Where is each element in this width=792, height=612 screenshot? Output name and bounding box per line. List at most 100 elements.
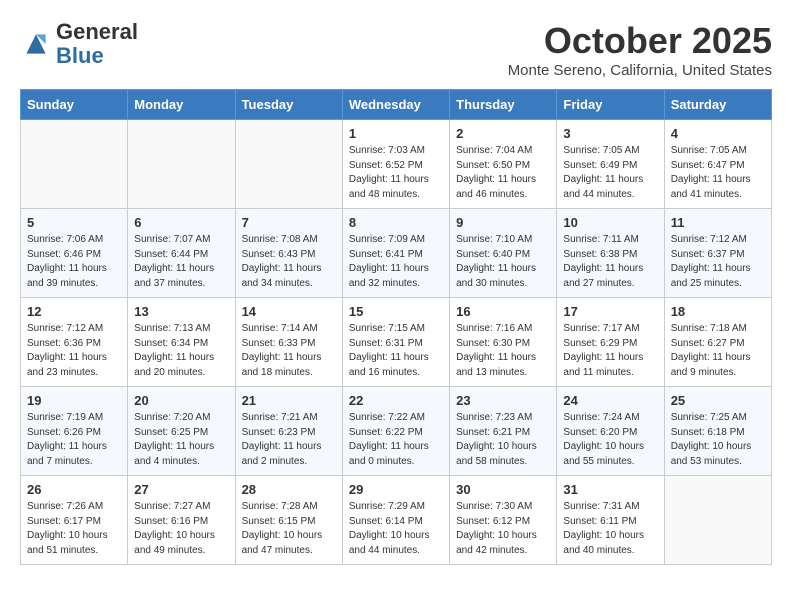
table-row: 28Sunrise: 7:28 AM Sunset: 6:15 PM Dayli… [235,476,342,565]
table-row: 2 Sunrise: 7:04 AM Sunset: 6:50 PM Daylig… [450,120,557,209]
table-row: 6 Sunrise: 7:07 AM Sunset: 6:44 PM Daylig… [128,209,235,298]
table-row: 9 Sunrise: 7:10 AM Sunset: 6:40 PM Daylig… [450,209,557,298]
logo-text: General Blue [56,20,138,68]
day-number: 26 [27,482,121,497]
day-info: Sunrise: 7:20 AM Sunset: 6:25 PM Dayligh… [134,411,228,469]
col-monday: Monday [128,90,235,120]
day-info: Sunrise: 7:14 AM Sunset: 6:33 PM Dayligh… [242,322,336,380]
day-number: 21 [242,393,336,408]
table-row: 19 Sunrise: 7:19 AM Sunset: 6:26 PM Dayli… [21,387,128,476]
day-info: Sunrise: 7:21 AM Sunset: 6:23 PM Dayligh… [242,411,336,469]
day-number: 23 [456,393,550,408]
day-info: Sunrise: 7:23 AM Sunset: 6:21 PM Dayligh… [456,411,550,469]
day-info: Sunrise: 7:07 AM Sunset: 6:44 PM Dayligh… [134,233,228,291]
day-number: 30 [456,482,550,497]
day-number: 18 [671,304,765,319]
table-row: 1 Sunrise: 7:03 AM Sunset: 6:52 PM Daylig… [342,120,449,209]
table-row: 29 Sunrise: 7:29 AM Sunset: 6:14 PM Dayli… [342,476,449,565]
table-row: 13 Sunrise: 7:13 AM Sunset: 6:34 PM Dayli… [128,298,235,387]
day-number: 7 [242,215,336,230]
table-row [128,120,235,209]
col-friday: Friday [557,90,664,120]
day-number: 3 [563,126,657,141]
day-info: Sunrise: 7:30 AM Sunset: 6:12 PM Dayligh… [456,500,550,558]
day-info: Sunrise: 7:28 AM Sunset: 6:15 PM Dayligh… [242,500,336,558]
day-info: Sunrise: 7:16 AM Sunset: 6:30 PM Dayligh… [456,322,550,380]
day-info: Sunrise: 7:12 AM Sunset: 6:36 PM Dayligh… [27,322,121,380]
day-info: Sunrise: 7:12 AM Sunset: 6:37 PM Dayligh… [671,233,765,291]
day-number: 5 [27,215,121,230]
day-number: 4 [671,126,765,141]
table-row: 23 Sunrise: 7:23 AM Sunset: 6:21 PM Dayli… [450,387,557,476]
day-number: 8 [349,215,443,230]
table-row: 20 Sunrise: 7:20 AM Sunset: 6:25 PM Dayli… [128,387,235,476]
table-row: 11 Sunrise: 7:12 AM Sunset: 6:37 PM Dayli… [664,209,771,298]
day-info: Sunrise: 7:04 AM Sunset: 6:50 PM Dayligh… [456,144,550,202]
day-number: 13 [134,304,228,319]
day-number: 20 [134,393,228,408]
day-number: 10 [563,215,657,230]
month-title: October 2025 [508,20,772,62]
col-tuesday: Tuesday [235,90,342,120]
logo-icon [20,28,52,60]
day-number: 24 [563,393,657,408]
table-row: 18Sunrise: 7:18 AM Sunset: 6:27 PM Dayli… [664,298,771,387]
day-number: 1 [349,126,443,141]
day-number: 19 [27,393,121,408]
calendar-table: Sunday Monday Tuesday Wednesday Thursday… [20,89,772,565]
day-number: 15 [349,304,443,319]
table-row: 14Sunrise: 7:14 AM Sunset: 6:33 PM Dayli… [235,298,342,387]
day-number: 6 [134,215,228,230]
day-info: Sunrise: 7:22 AM Sunset: 6:22 PM Dayligh… [349,411,443,469]
day-info: Sunrise: 7:08 AM Sunset: 6:43 PM Dayligh… [242,233,336,291]
day-info: Sunrise: 7:17 AM Sunset: 6:29 PM Dayligh… [563,322,657,380]
table-row: 27 Sunrise: 7:27 AM Sunset: 6:16 PM Dayli… [128,476,235,565]
day-info: Sunrise: 7:10 AM Sunset: 6:40 PM Dayligh… [456,233,550,291]
col-saturday: Saturday [664,90,771,120]
day-number: 17 [563,304,657,319]
table-row: 17 Sunrise: 7:17 AM Sunset: 6:29 PM Dayli… [557,298,664,387]
day-info: Sunrise: 7:11 AM Sunset: 6:38 PM Dayligh… [563,233,657,291]
day-info: Sunrise: 7:05 AM Sunset: 6:49 PM Dayligh… [563,144,657,202]
table-row: 8 Sunrise: 7:09 AM Sunset: 6:41 PM Daylig… [342,209,449,298]
calendar-header: Sunday Monday Tuesday Wednesday Thursday… [21,90,772,120]
day-info: Sunrise: 7:26 AM Sunset: 6:17 PM Dayligh… [27,500,121,558]
title-block: October 2025 Monte Sereno, California, U… [508,20,772,79]
table-row: 15 Sunrise: 7:15 AM Sunset: 6:31 PM Dayli… [342,298,449,387]
day-info: Sunrise: 7:05 AM Sunset: 6:47 PM Dayligh… [671,144,765,202]
day-info: Sunrise: 7:13 AM Sunset: 6:34 PM Dayligh… [134,322,228,380]
day-info: Sunrise: 7:29 AM Sunset: 6:14 PM Dayligh… [349,500,443,558]
day-info: Sunrise: 7:09 AM Sunset: 6:41 PM Dayligh… [349,233,443,291]
day-info: Sunrise: 7:24 AM Sunset: 6:20 PM Dayligh… [563,411,657,469]
day-number: 27 [134,482,228,497]
table-row [21,120,128,209]
day-number: 31 [563,482,657,497]
day-info: Sunrise: 7:15 AM Sunset: 6:31 PM Dayligh… [349,322,443,380]
day-number: 25 [671,393,765,408]
table-row: 3 Sunrise: 7:05 AM Sunset: 6:49 PM Daylig… [557,120,664,209]
day-number: 2 [456,126,550,141]
table-row: 26 Sunrise: 7:26 AM Sunset: 6:17 PM Dayli… [21,476,128,565]
col-wednesday: Wednesday [342,90,449,120]
day-number: 12 [27,304,121,319]
page-header: General Blue October 2025 Monte Sereno, … [20,20,772,79]
day-number: 9 [456,215,550,230]
day-info: Sunrise: 7:06 AM Sunset: 6:46 PM Dayligh… [27,233,121,291]
table-row: 7 Sunrise: 7:08 AM Sunset: 6:43 PM Daylig… [235,209,342,298]
day-info: Sunrise: 7:25 AM Sunset: 6:18 PM Dayligh… [671,411,765,469]
day-number: 22 [349,393,443,408]
table-row: 10 Sunrise: 7:11 AM Sunset: 6:38 PM Dayli… [557,209,664,298]
table-row: 31Sunrise: 7:31 AM Sunset: 6:11 PM Dayli… [557,476,664,565]
day-number: 11 [671,215,765,230]
table-row [235,120,342,209]
day-info: Sunrise: 7:03 AM Sunset: 6:52 PM Dayligh… [349,144,443,202]
calendar-body: 1 Sunrise: 7:03 AM Sunset: 6:52 PM Daylig… [21,120,772,565]
table-row: 25 Sunrise: 7:25 AM Sunset: 6:18 PM Dayli… [664,387,771,476]
logo: General Blue [20,20,138,68]
day-number: 29 [349,482,443,497]
table-row: 30 Sunrise: 7:30 AM Sunset: 6:12 PM Dayli… [450,476,557,565]
day-info: Sunrise: 7:19 AM Sunset: 6:26 PM Dayligh… [27,411,121,469]
table-row: 22 Sunrise: 7:22 AM Sunset: 6:22 PM Dayli… [342,387,449,476]
day-info: Sunrise: 7:27 AM Sunset: 6:16 PM Dayligh… [134,500,228,558]
col-thursday: Thursday [450,90,557,120]
